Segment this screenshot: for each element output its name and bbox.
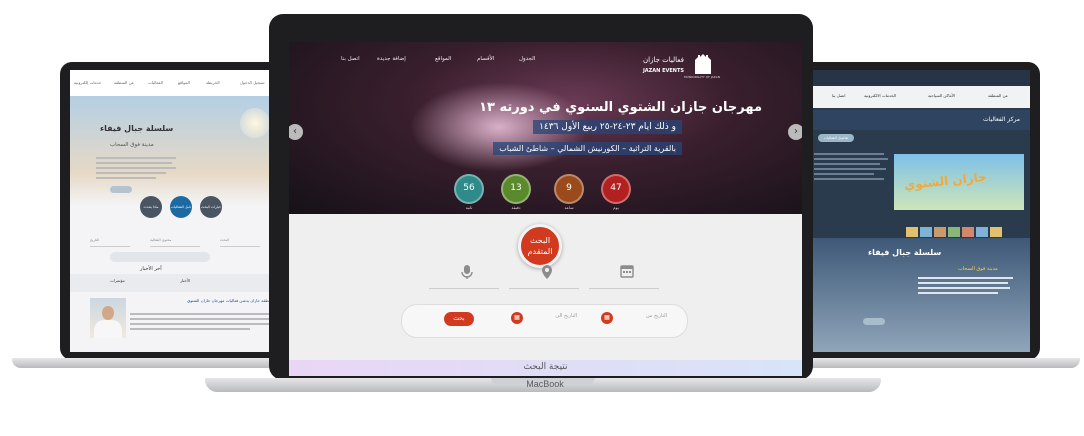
thumb[interactable] [920,227,932,237]
left-hero-title: سلسلة جبال فيفاء [100,124,174,133]
left-circle-2[interactable]: دليل الفعاليات [170,196,192,218]
date-from-calendar-icon[interactable]: ▦ [601,312,613,324]
search-results-title: نتيجة البحث [523,362,568,372]
hero-location: بالقرية التراثية – الكورنيش الشمالي – شا… [493,142,682,155]
macbook-label: MacBook [526,379,564,389]
location-pin-icon[interactable] [539,264,555,280]
left-nav-eservices[interactable]: خدمات إلكترونية [74,80,101,85]
right-nav-places[interactable]: الأماكن السياحية [928,93,955,98]
logo-subtitle: MUNICIPALITY OF JAZAN [683,75,720,79]
search-button[interactable]: بحث [444,312,474,326]
nav-add-new[interactable]: إضافة جديدة [377,56,406,62]
thumb[interactable] [906,227,918,237]
logo-title: فعاليات جازان [643,56,684,64]
thumb[interactable] [990,227,1002,237]
right-section-title: مركز الفعاليات [983,116,1020,123]
nav-sections[interactable]: الأقسام [477,56,494,62]
left-field-date[interactable]: التاريخ [90,238,130,247]
left-nav-places[interactable]: المواقع [178,80,190,85]
nav-contact[interactable]: اتصل بنا [341,56,360,62]
left-search-box[interactable] [110,252,210,262]
thumb[interactable] [948,227,960,237]
right-nav-about[interactable]: عن المنطقة [988,93,1008,98]
nav-locations[interactable]: المواقع [435,56,451,62]
right-lower-subtitle: مدينة فوق السحاب [958,266,998,272]
date-from-field[interactable]: التاريخ من [617,313,667,327]
center-screen: الجدول الأقسام المواقع إضافة جديدة اتصل … [289,42,802,376]
left-news-heading: آخر الأخبار [140,266,162,272]
left-more-button[interactable] [110,186,132,193]
hero-title: مهرجان جازان الشتوي السنوي في دورته ١٣ [479,100,762,115]
divider [589,288,659,289]
thumb[interactable] [934,227,946,237]
center-laptop: الجدول الأقسام المواقع إضافة جديدة اتصل … [205,14,885,414]
hero-next-arrow[interactable]: › [788,124,802,140]
person-face [102,306,114,320]
divider [429,288,499,289]
left-tab-news[interactable]: الأخبار [180,278,190,283]
left-field-content[interactable]: محتوى الفعالية [150,238,200,247]
left-hero-subtitle: مدينة فوق السحاب [110,142,154,148]
advanced-search-button[interactable]: البحث المتقدم [518,224,562,268]
divider [509,288,579,289]
left-hero-text [96,154,176,184]
left-nav-about[interactable]: عن المنطقة [114,80,134,85]
left-circle-1[interactable]: ماذا يحدث [140,196,162,218]
thumb[interactable] [962,227,974,237]
thumb[interactable] [976,227,988,237]
calendar-icon[interactable] [619,264,635,280]
logo-english: JAZAN EVENTS [642,68,684,74]
date-to-calendar-icon[interactable]: ▦ [511,312,523,324]
top-nav: الجدول الأقسام المواقع إضافة جديدة اتصل … [289,42,802,82]
microphone-icon[interactable] [459,264,475,280]
date-to-field[interactable]: التاريخ الى [527,313,577,327]
person-thobe [94,320,122,338]
municipality-logo-icon[interactable] [692,52,714,76]
nav-schedule[interactable]: الجدول [519,56,535,62]
right-lower-text [918,274,1013,297]
hero-dates: و ذلك ايام ٢٣-٢٤-٢٥ ربيع الأول ١٤٣٦ [533,120,682,134]
left-tab-conferences[interactable]: مؤتمرات [110,278,125,283]
left-nav-events[interactable]: الفعاليات [148,80,163,85]
